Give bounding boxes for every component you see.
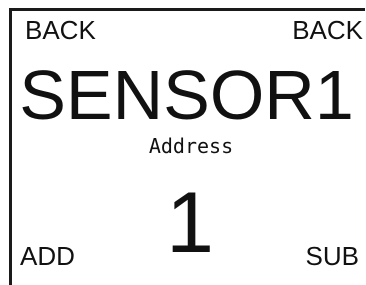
sub-softkey[interactable]: SUB [306, 243, 359, 269]
add-softkey[interactable]: ADD [20, 243, 75, 269]
back-softkey-left[interactable]: BACK [25, 17, 96, 43]
back-softkey-right[interactable]: BACK [292, 17, 363, 43]
address-label: Address [148, 134, 234, 158]
sensor-name-title: SENSOR1 [19, 56, 354, 134]
address-value: 1 [166, 175, 214, 271]
